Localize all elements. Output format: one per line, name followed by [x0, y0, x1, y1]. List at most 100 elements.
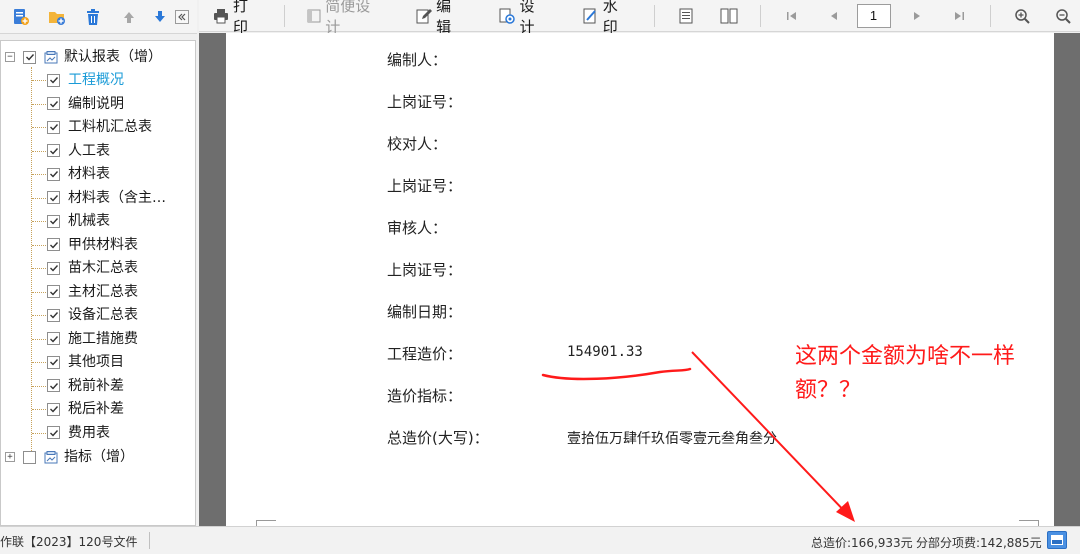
- tree-connector: [32, 268, 46, 269]
- double-page-icon[interactable]: [717, 3, 743, 29]
- checkbox-checked-icon[interactable]: [47, 379, 60, 392]
- move-down-icon[interactable]: [152, 4, 168, 30]
- checkbox-unchecked-icon[interactable]: [23, 450, 36, 464]
- report-tree: − 默认报表（增） 工程概况编制说明工料机汇总表 人工表材料表材料表（含主… 机械表…: [0, 40, 196, 526]
- last-page-icon[interactable]: [946, 3, 972, 29]
- edit-button[interactable]: 编辑: [408, 0, 473, 36]
- checkbox-checked-icon[interactable]: [47, 214, 60, 228]
- status-divider: [149, 532, 150, 549]
- checkbox-checked-icon[interactable]: [47, 261, 60, 275]
- tree-item[interactable]: 苗木汇总表: [47, 257, 138, 279]
- watermark-button[interactable]: 水印: [575, 0, 640, 36]
- tree-item-label: 其他项目: [68, 354, 124, 370]
- tree-toolbar: [0, 0, 197, 34]
- collapse-icon[interactable]: −: [5, 52, 15, 62]
- document-viewport[interactable]: 编制人： 上岗证号： 校对人： 上岗证号： 审核人： 上岗证号： 编制日期： 工程造价： 154…: [199, 33, 1080, 526]
- toolbar-divider: [284, 4, 286, 27]
- next-page-icon[interactable]: [905, 3, 931, 29]
- tree-item[interactable]: 材料表（含主…: [47, 187, 166, 209]
- checkbox-checked-icon[interactable]: [47, 285, 60, 298]
- tree-item[interactable]: 材料表: [47, 163, 110, 185]
- tree-connector: [32, 385, 46, 387]
- checkbox-checked-icon[interactable]: [47, 97, 60, 110]
- field-label: 上岗证号：: [387, 261, 463, 279]
- preview-toolbar: 打印 简便设计 编辑 设计 水印: [199, 0, 1080, 36]
- tree-item[interactable]: 人工表: [47, 140, 110, 162]
- checkbox-checked-icon[interactable]: [23, 50, 36, 64]
- checkbox-checked-icon[interactable]: [47, 120, 60, 134]
- move-up-icon[interactable]: [116, 4, 142, 30]
- field-label: 审核人：: [387, 219, 448, 237]
- tree-item-label: 税后补差: [68, 401, 124, 417]
- checkbox-checked-icon[interactable]: [47, 73, 60, 87]
- toolbar-divider: [760, 4, 762, 27]
- tree-root-label: 默认报表（增）: [64, 49, 162, 65]
- tree-item[interactable]: 施工措施费: [47, 328, 138, 350]
- tree-connector: [32, 174, 46, 175]
- report-folder-icon: [44, 50, 58, 63]
- annotation-line: 额？？: [795, 378, 862, 403]
- status-document-text: 作联【2023】120号文件: [0, 535, 138, 549]
- report-page: 编制人： 上岗证号： 校对人： 上岗证号： 审核人： 上岗证号： 编制日期： 工程造价： 154…: [226, 33, 1054, 526]
- tree-item[interactable]: 税前补差: [47, 375, 124, 397]
- tree-root-default-reports[interactable]: − 默认报表（增）: [5, 46, 162, 68]
- zoom-in-icon[interactable]: [1009, 3, 1035, 29]
- zoom-out-icon[interactable]: [1050, 3, 1076, 29]
- simple-design-label: 简便设计: [325, 0, 371, 36]
- tree-item[interactable]: 设备汇总表: [47, 304, 138, 326]
- status-bar: 作联【2023】120号文件 总造价:166,933元 分部分项费:142,88…: [0, 526, 1080, 554]
- tree-item[interactable]: 税后补差: [47, 398, 124, 420]
- checkbox-checked-icon[interactable]: [47, 238, 60, 251]
- tree-item[interactable]: 编制说明: [47, 93, 124, 115]
- tree-root-label: 指标（增）: [64, 449, 134, 465]
- design-button[interactable]: 设计: [491, 0, 556, 36]
- print-button[interactable]: 打印: [205, 0, 270, 36]
- total-cost-value: 总造价:166,933元: [811, 536, 913, 550]
- tree-item-label: 编制说明: [68, 95, 124, 112]
- watermark-icon: [583, 8, 599, 24]
- expand-icon[interactable]: +: [5, 452, 15, 462]
- simple-design-button[interactable]: 简便设计: [299, 0, 392, 36]
- tree-connector: [32, 291, 46, 293]
- delete-icon[interactable]: [80, 4, 106, 30]
- tree-connector: [32, 150, 46, 152]
- tree-item[interactable]: 工料机汇总表: [47, 116, 152, 138]
- tree-item[interactable]: 其他项目: [47, 351, 124, 373]
- tree-root-indicators[interactable]: + 指标（增）: [5, 446, 134, 468]
- tree-item[interactable]: 费用表: [47, 422, 110, 444]
- checkbox-checked-icon[interactable]: [47, 402, 60, 416]
- checkbox-checked-icon[interactable]: [47, 332, 60, 345]
- add-folder-icon[interactable]: [44, 4, 70, 30]
- checkbox-checked-icon[interactable]: [47, 426, 60, 439]
- tree-connector: [32, 197, 46, 199]
- tree-item[interactable]: 主材汇总表: [47, 281, 138, 303]
- checkbox-checked-icon[interactable]: [47, 167, 60, 181]
- tree-item-label: 费用表: [68, 424, 110, 441]
- field-label: 工程造价：: [387, 345, 463, 363]
- checkbox-checked-icon[interactable]: [47, 308, 60, 322]
- tree-item-label: 税前补差: [68, 377, 124, 394]
- tree-item-label: 人工表: [68, 142, 110, 159]
- checkbox-checked-icon[interactable]: [47, 355, 60, 369]
- page-number-input[interactable]: [856, 3, 891, 28]
- add-report-icon[interactable]: [8, 4, 34, 30]
- collapse-panel-icon[interactable]: [174, 4, 190, 30]
- tree-connector: [32, 362, 46, 363]
- previous-page-icon[interactable]: [821, 3, 847, 29]
- first-page-icon[interactable]: [779, 3, 805, 29]
- tree-item-label: 工料机汇总表: [68, 119, 152, 135]
- tree-item-label: 施工措施费: [68, 330, 138, 347]
- checkbox-checked-icon[interactable]: [47, 191, 60, 204]
- tree-item[interactable]: 甲供材料表: [47, 234, 138, 256]
- tree-item[interactable]: 机械表: [47, 210, 110, 232]
- report-preview-window: − 默认报表（增） 工程概况编制说明工料机汇总表 人工表材料表材料表（含主… 机械表…: [0, 0, 1080, 554]
- tree-item-label: 材料表: [68, 166, 110, 182]
- tree-item-label: 苗木汇总表: [68, 260, 138, 276]
- single-page-icon[interactable]: [673, 3, 699, 29]
- tree-item[interactable]: 工程概况: [47, 69, 124, 91]
- field-label: 校对人：: [387, 135, 448, 153]
- field-label: 造价指标：: [387, 387, 463, 405]
- checkbox-checked-icon[interactable]: [47, 144, 60, 157]
- design-label: 设计: [519, 0, 535, 36]
- panel-toggle-icon[interactable]: [1047, 531, 1067, 549]
